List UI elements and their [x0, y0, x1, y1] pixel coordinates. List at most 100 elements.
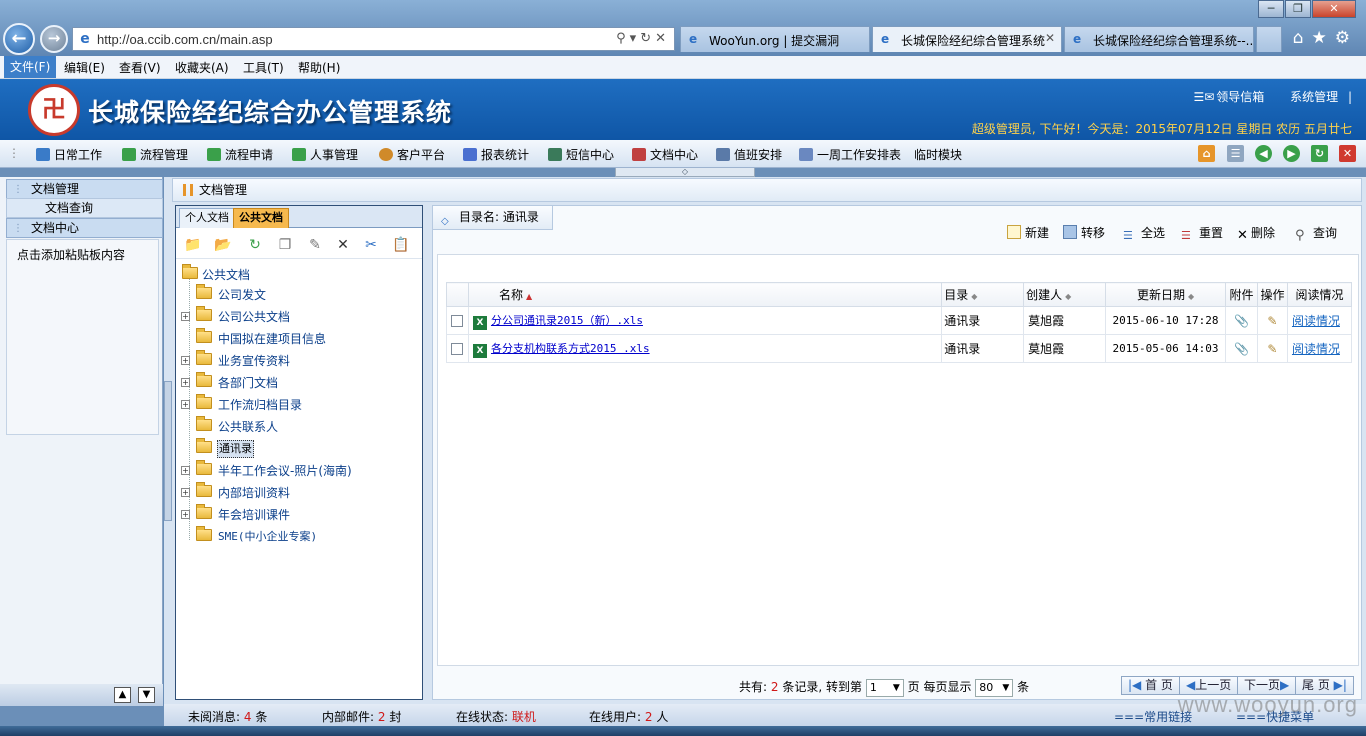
module-docs[interactable]: 文档中心 [632, 146, 698, 163]
header-creator[interactable]: 创建人 ◆ [1023, 282, 1107, 307]
leader-mailbox-link[interactable]: 领导信箱 [1216, 90, 1264, 104]
document-link[interactable]: 各分支机构联系方式2015 .xls [491, 342, 650, 355]
close-tab-icon[interactable]: ✕ [1045, 31, 1055, 45]
scroll-up-icon[interactable]: ▲ [114, 687, 131, 703]
home-icon[interactable]: ⌂ [1198, 145, 1215, 162]
close-window-icon[interactable]: ✕ [1312, 0, 1356, 18]
first-page-button[interactable]: |◀ 首 页 [1121, 676, 1180, 695]
expand-plus-icon[interactable]: + [181, 400, 190, 409]
internal-mail[interactable]: 内部邮件: 2 封 [322, 708, 401, 725]
module-label: 流程申请 [225, 148, 274, 162]
read-status-link[interactable]: 阅读情况 [1292, 314, 1340, 328]
refresh-icon[interactable]: ↻ [1311, 145, 1328, 162]
menu-file[interactable]: 文件(F) [4, 56, 57, 78]
expand-plus-icon[interactable]: + [181, 356, 190, 365]
cell-dir: 通讯录 [941, 306, 1025, 335]
document-link[interactable]: 分公司通讯录2015（新）.xls [491, 314, 643, 327]
row-checkbox[interactable] [451, 343, 464, 355]
search-button[interactable]: ⚲ 查询 [1295, 224, 1337, 243]
row-checkbox[interactable] [451, 315, 464, 327]
ie-tab-icon: e [689, 32, 698, 46]
back-icon[interactable]: ← [3, 23, 35, 55]
module-process-mgmt[interactable]: 流程管理 [122, 146, 188, 163]
move-button[interactable]: 转移 [1063, 224, 1105, 241]
module-daily-work[interactable]: 日常工作 [36, 146, 102, 163]
panel-splitter[interactable] [164, 381, 172, 521]
module-reports[interactable]: 报表统计 [463, 146, 529, 163]
app-title: 长城保险经纪综合办公管理系统 [88, 98, 453, 127]
edit-icon[interactable]: ✎ [1267, 314, 1277, 328]
expand-plus-icon[interactable]: + [181, 378, 190, 387]
back-arrow-icon[interactable]: ◀ [1255, 145, 1272, 162]
reset-button[interactable]: ☰ 重置 [1181, 224, 1223, 243]
module-weekly[interactable]: 一周工作安排表 [799, 146, 901, 163]
header-date[interactable]: 更新日期 ◆ [1105, 282, 1226, 307]
menu-help[interactable]: 帮助(H) [296, 59, 342, 76]
address-bar[interactable]: e http://oa.ccib.com.cn/main.asp ⚲▾↻✕ [72, 27, 675, 51]
list-check-icon: ☰ [1123, 229, 1133, 242]
paperclip-icon[interactable]: 📎 [1234, 342, 1249, 356]
menu-tools[interactable]: 工具(T) [241, 59, 286, 76]
read-status-link[interactable]: 阅读情况 [1292, 342, 1340, 356]
expand-plus-icon[interactable]: + [181, 510, 190, 519]
tab-personal-docs[interactable]: 个人文档 [179, 208, 235, 228]
scroll-down-icon[interactable]: ▼ [138, 687, 155, 703]
nav-section-doc-mgmt[interactable]: ⋮ 文档管理 [6, 179, 163, 199]
cut-icon[interactable]: ✂ [362, 236, 380, 254]
copy-icon[interactable]: ❐ [276, 236, 294, 254]
header-dir[interactable]: 目录 ◆ [941, 282, 1025, 307]
expand-plus-icon[interactable]: + [181, 466, 190, 475]
move-icon [1063, 225, 1077, 239]
edit-icon[interactable]: ✎ [1267, 342, 1277, 356]
browser-tab-wooyun[interactable]: e WooYun.org | 提交漏洞 [680, 26, 870, 52]
paste-icon[interactable]: 📋 [392, 236, 410, 254]
address-url[interactable]: http://oa.ccib.com.cn/main.asp [97, 32, 273, 47]
page-icon[interactable]: ☰ [1227, 145, 1244, 162]
header-collapse-handle[interactable]: ◇ [615, 168, 755, 177]
module-sms[interactable]: 短信中心 [548, 146, 614, 163]
new-tab-button[interactable] [1256, 26, 1282, 52]
exit-icon[interactable]: ✕ [1339, 145, 1356, 162]
restore-icon[interactable]: ❐ [1285, 0, 1311, 18]
header-name[interactable]: 名称 ▲ [467, 282, 943, 307]
new-folder-icon[interactable]: 📁 [184, 236, 202, 254]
per-page-select[interactable]: 80 ▼ [975, 678, 1014, 697]
unread-messages[interactable]: 未阅消息: 4 条 [188, 708, 267, 725]
module-process-apply[interactable]: 流程申请 [207, 146, 273, 163]
module-client[interactable]: 客户平台 [379, 146, 445, 163]
address-tools-icon[interactable]: ⚲▾↻✕ [616, 31, 670, 46]
paperclip-icon[interactable]: 📎 [1234, 314, 1249, 328]
forward-arrow-icon[interactable]: ▶ [1283, 145, 1300, 162]
menu-edit[interactable]: 编辑(E) [62, 59, 107, 76]
delete-button[interactable]: ✕ 删除 [1237, 224, 1275, 243]
rename-icon[interactable]: ✎ [306, 236, 324, 254]
system-admin-link[interactable]: 系统管理 [1290, 90, 1338, 104]
settings-gear-icon[interactable]: ⚙ [1335, 28, 1358, 48]
module-hr[interactable]: 人事管理 [292, 146, 358, 163]
forward-icon[interactable]: → [40, 25, 68, 53]
expand-plus-icon[interactable]: + [181, 312, 190, 321]
browser-tab-active[interactable]: e 长城保险经纪综合管理系统 ✕ [872, 26, 1062, 52]
select-all-button[interactable]: ☰ 全选 [1123, 224, 1165, 243]
home-icon[interactable]: ⌂ [1293, 28, 1312, 48]
nav-section-doc-center[interactable]: ⋮ 文档中心 [6, 218, 163, 238]
favorites-star-icon[interactable]: ★ [1312, 28, 1335, 48]
new-button[interactable]: 新建 [1007, 224, 1049, 241]
refresh-folder-icon[interactable]: ↻ [246, 236, 264, 254]
page-select[interactable]: 1 ▼ [865, 678, 904, 697]
module-duty[interactable]: 值班安排 [716, 146, 782, 163]
status-unit: 封 [389, 710, 402, 724]
nav-item-label: 文档查询 [45, 201, 94, 215]
tab-public-docs[interactable]: 公共文档 [233, 208, 289, 228]
menu-view[interactable]: 查看(V) [117, 59, 163, 76]
nav-item-doc-query[interactable]: 文档查询 [6, 198, 163, 218]
share-folder-icon[interactable]: 📂 [214, 236, 232, 254]
menu-favorites[interactable]: 收藏夹(A) [173, 59, 231, 76]
module-temp[interactable]: 临时模块 [914, 146, 962, 163]
clipboard-panel[interactable]: 点击添加粘贴板内容 [6, 239, 159, 435]
browser-tab-3[interactable]: e 长城保险经纪综合管理系统--... [1064, 26, 1254, 52]
expand-plus-icon[interactable]: + [181, 488, 190, 497]
online-users[interactable]: 在线用户: 2 人 [589, 708, 668, 725]
minimize-icon[interactable]: ─ [1258, 0, 1284, 18]
delete-icon[interactable]: ✕ [334, 236, 352, 254]
